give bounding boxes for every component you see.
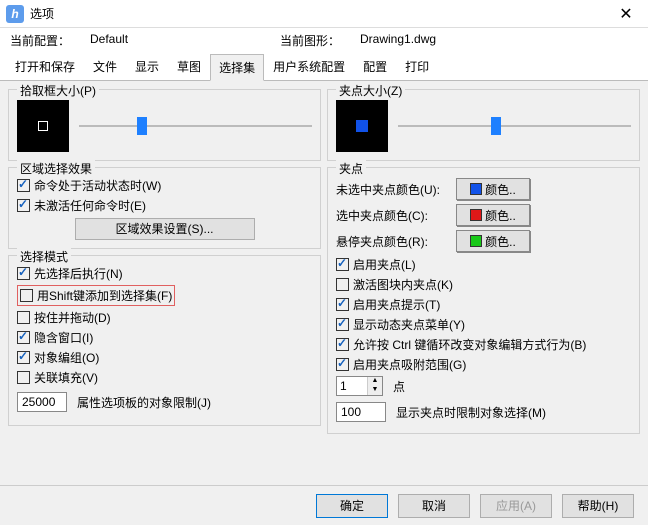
window-title: 选项 bbox=[30, 5, 610, 22]
close-button[interactable]: ✕ bbox=[610, 4, 642, 24]
grip-chk-3[interactable] bbox=[336, 318, 349, 331]
grip-chk-1[interactable] bbox=[336, 278, 349, 291]
grip-limit-input[interactable]: 100 bbox=[336, 402, 386, 422]
swatch-unselected bbox=[470, 183, 482, 195]
color-row-selected: 选中夹点颜色(C): 颜色.. bbox=[336, 204, 631, 226]
region-settings-button[interactable]: 区域效果设置(S)... bbox=[75, 218, 255, 240]
app-icon: h bbox=[6, 5, 24, 23]
mode-chk-2[interactable] bbox=[17, 311, 30, 324]
mode-chk-1[interactable] bbox=[20, 289, 33, 302]
header-info: 当前配置： Default 当前图形： Drawing1.dwg bbox=[0, 28, 648, 53]
tab-display[interactable]: 显示 bbox=[126, 53, 168, 80]
pickbox-legend: 拾取框大小(P) bbox=[17, 82, 99, 99]
color-button-unselected[interactable]: 颜色.. bbox=[456, 178, 530, 200]
pickbox-group: 拾取框大小(P) bbox=[8, 89, 321, 161]
spin-down-icon[interactable]: ▼ bbox=[368, 386, 382, 395]
mode-chk-5[interactable] bbox=[17, 371, 30, 384]
gripsize-group: 夹点大小(Z) bbox=[327, 89, 640, 161]
grip-chk-5[interactable] bbox=[336, 358, 349, 371]
drawing-value: Drawing1.dwg bbox=[360, 32, 436, 49]
swatch-selected bbox=[470, 209, 482, 221]
range-spinner[interactable]: ▲▼ bbox=[336, 376, 383, 396]
grip-chk-0[interactable] bbox=[336, 258, 349, 271]
left-column: 拾取框大小(P) 区域选择效果 命令处于活动状态时(W) 未激活任何命令时(E)… bbox=[8, 89, 321, 440]
grip-chk-2[interactable] bbox=[336, 298, 349, 311]
gripsize-slider[interactable] bbox=[398, 117, 631, 135]
tab-user-config[interactable]: 用户系统配置 bbox=[264, 53, 354, 80]
title-bar: h 选项 ✕ bbox=[0, 0, 648, 28]
tab-open-save[interactable]: 打开和保存 bbox=[6, 53, 84, 80]
region-group: 区域选择效果 命令处于活动状态时(W) 未激活任何命令时(E) 区域效果设置(S… bbox=[8, 167, 321, 249]
mode-highlight: 用Shift键添加到选择集(F) bbox=[17, 285, 175, 306]
tab-print[interactable]: 打印 bbox=[396, 53, 438, 80]
region-chk-active[interactable] bbox=[17, 179, 30, 192]
tab-files[interactable]: 文件 bbox=[84, 53, 126, 80]
config-label: 当前配置： bbox=[10, 32, 90, 49]
mode-chk-0[interactable] bbox=[17, 267, 30, 280]
mode-group: 选择模式 先选择后执行(N) 用Shift键添加到选择集(F) 按住并拖动(D)… bbox=[8, 255, 321, 426]
grip-legend: 夹点 bbox=[336, 160, 366, 177]
config-value: Default bbox=[90, 32, 128, 49]
mode-chk-3[interactable] bbox=[17, 331, 30, 344]
ok-button[interactable]: 确定 bbox=[316, 494, 388, 518]
tab-selection[interactable]: 选择集 bbox=[210, 54, 264, 81]
limit-label: 属性选项板的对象限制(J) bbox=[77, 394, 211, 411]
footer: 确定 取消 应用(A) 帮助(H) bbox=[0, 485, 648, 525]
tab-profiles[interactable]: 配置 bbox=[354, 53, 396, 80]
right-column: 夹点大小(Z) 夹点 未选中夹点颜色(U): 颜色.. 选中夹点颜色(C): 颜… bbox=[327, 89, 640, 440]
color-button-selected[interactable]: 颜色.. bbox=[456, 204, 530, 226]
drawing-label: 当前图形： bbox=[280, 32, 360, 49]
apply-button[interactable]: 应用(A) bbox=[480, 494, 552, 518]
color-button-hover[interactable]: 颜色.. bbox=[456, 230, 530, 252]
gripsize-legend: 夹点大小(Z) bbox=[336, 82, 405, 99]
mode-chk-4[interactable] bbox=[17, 351, 30, 364]
region-chk-inactive[interactable] bbox=[17, 199, 30, 212]
pickbox-preview bbox=[17, 100, 69, 152]
tab-bar: 打开和保存 文件 显示 草图 选择集 用户系统配置 配置 打印 bbox=[0, 53, 648, 81]
region-legend: 区域选择效果 bbox=[17, 160, 95, 177]
color-row-hover: 悬停夹点颜色(R): 颜色.. bbox=[336, 230, 631, 252]
help-button[interactable]: 帮助(H) bbox=[562, 494, 634, 518]
color-row-unselected: 未选中夹点颜色(U): 颜色.. bbox=[336, 178, 631, 200]
grip-chk-4[interactable] bbox=[336, 338, 349, 351]
pickbox-slider[interactable] bbox=[79, 117, 312, 135]
tab-draft[interactable]: 草图 bbox=[168, 53, 210, 80]
grip-group: 夹点 未选中夹点颜色(U): 颜色.. 选中夹点颜色(C): 颜色.. 悬停夹点… bbox=[327, 167, 640, 434]
swatch-hover bbox=[470, 235, 482, 247]
spin-up-icon[interactable]: ▲ bbox=[368, 377, 382, 386]
gripsize-preview bbox=[336, 100, 388, 152]
cancel-button[interactable]: 取消 bbox=[398, 494, 470, 518]
tab-content: 拾取框大小(P) 区域选择效果 命令处于活动状态时(W) 未激活任何命令时(E)… bbox=[0, 81, 648, 448]
limit-input[interactable]: 25000 bbox=[17, 392, 67, 412]
mode-legend: 选择模式 bbox=[17, 248, 71, 265]
